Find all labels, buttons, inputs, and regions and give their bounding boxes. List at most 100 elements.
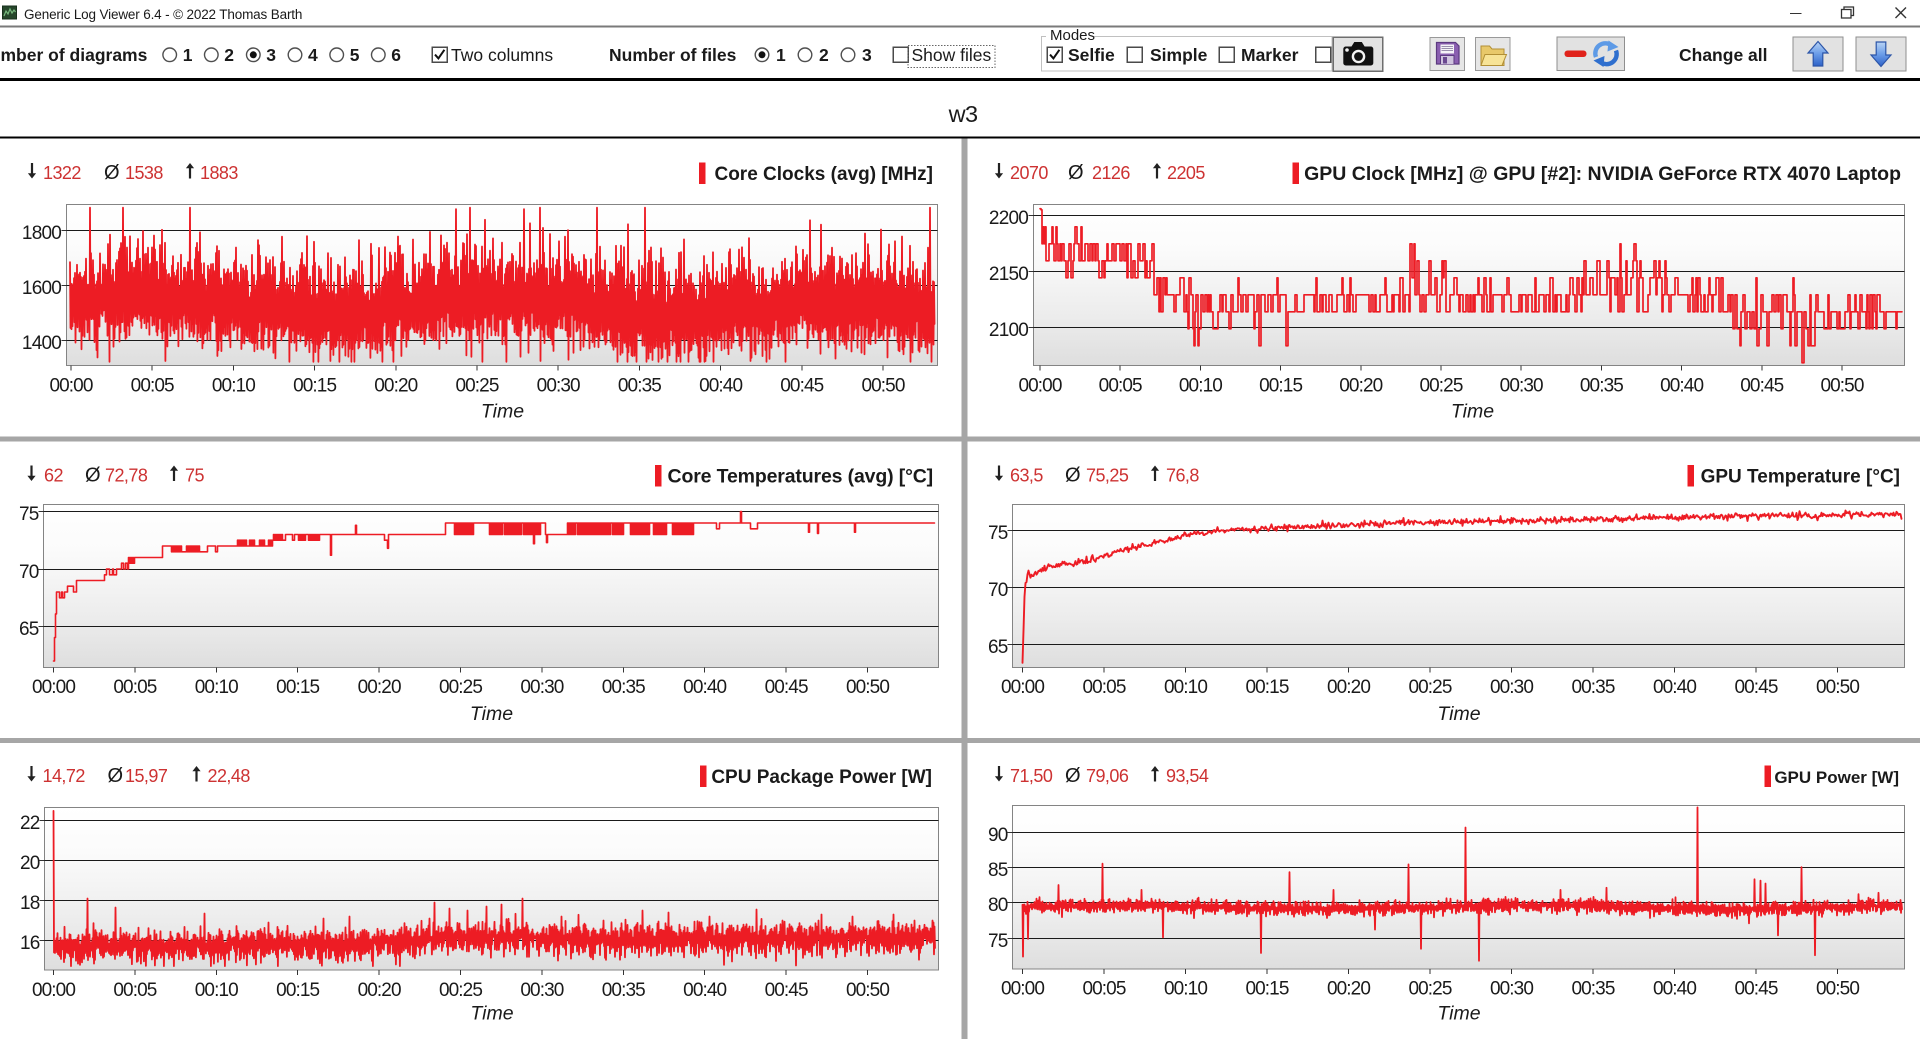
svg-text:80: 80 (988, 895, 1008, 916)
svg-text:GPU Power [W]: GPU Power [W] (1774, 768, 1899, 787)
svg-text:00:50: 00:50 (1820, 376, 1863, 397)
svg-text:00:35: 00:35 (602, 980, 645, 1001)
svg-text:Two columns: Two columns (451, 45, 553, 65)
svg-text:mber of diagrams: mber of diagrams (1, 45, 148, 65)
svg-text:71,50: 71,50 (1010, 766, 1053, 786)
svg-text:00:15: 00:15 (293, 376, 336, 397)
svg-text:w3: w3 (948, 101, 978, 127)
svg-text:Ø: Ø (1065, 465, 1081, 487)
svg-text:00:40: 00:40 (683, 980, 726, 1001)
svg-text:70: 70 (988, 580, 1008, 601)
svg-text:00:35: 00:35 (602, 677, 645, 698)
svg-text:76,8: 76,8 (1166, 466, 1199, 486)
svg-text:Show files: Show files (912, 45, 992, 65)
svg-text:22,48: 22,48 (208, 766, 251, 786)
svg-text:1322: 1322 (43, 163, 81, 183)
svg-text:00:30: 00:30 (1490, 677, 1533, 698)
svg-text:2: 2 (819, 45, 829, 65)
svg-text:2070: 2070 (1010, 163, 1048, 183)
svg-text:00:00: 00:00 (1001, 979, 1044, 1000)
svg-text:Modes: Modes (1050, 27, 1095, 44)
svg-text:Marker: Marker (1241, 45, 1299, 65)
svg-text:Time: Time (470, 703, 513, 725)
svg-text:00:20: 00:20 (358, 677, 401, 698)
svg-text:63,5: 63,5 (1010, 466, 1043, 486)
svg-text:Time: Time (1437, 703, 1480, 725)
svg-text:75: 75 (19, 504, 39, 525)
svg-text:00:20: 00:20 (1327, 677, 1370, 698)
svg-text:00:30: 00:30 (520, 677, 563, 698)
svg-text:Number of files: Number of files (609, 45, 737, 65)
svg-text:00:05: 00:05 (113, 980, 156, 1001)
svg-text:00:10: 00:10 (195, 677, 238, 698)
svg-text:1883: 1883 (200, 163, 238, 183)
svg-text:3: 3 (862, 45, 872, 65)
svg-text:00:00: 00:00 (1018, 376, 1061, 397)
svg-text:90: 90 (988, 825, 1008, 846)
svg-text:Core Temperatures (avg) [°C]: Core Temperatures (avg) [°C] (668, 466, 933, 488)
svg-text:1400: 1400 (22, 333, 61, 354)
svg-text:00:10: 00:10 (1179, 376, 1222, 397)
svg-text:00:45: 00:45 (1734, 677, 1777, 698)
svg-text:Time: Time (1437, 1003, 1480, 1025)
svg-text:18: 18 (20, 893, 40, 914)
svg-text:00:50: 00:50 (1816, 979, 1859, 1000)
svg-text:00:50: 00:50 (846, 980, 889, 1001)
svg-text:00:40: 00:40 (1660, 376, 1703, 397)
svg-text:00:10: 00:10 (1164, 677, 1207, 698)
svg-text:Ø: Ø (85, 465, 101, 487)
svg-text:00:25: 00:25 (439, 677, 482, 698)
svg-text:Ø: Ø (1065, 765, 1081, 787)
svg-text:00:45: 00:45 (1740, 376, 1783, 397)
svg-text:75: 75 (988, 931, 1008, 952)
svg-text:65: 65 (19, 619, 39, 640)
svg-text:00:30: 00:30 (520, 980, 563, 1001)
svg-text:2200: 2200 (989, 208, 1028, 229)
svg-text:75: 75 (988, 523, 1008, 544)
svg-text:14,72: 14,72 (43, 766, 86, 786)
svg-text:00:05: 00:05 (1099, 376, 1142, 397)
svg-text:00:50: 00:50 (861, 376, 904, 397)
svg-text:Change all: Change all (1679, 45, 1768, 65)
svg-text:16: 16 (20, 933, 40, 954)
svg-text:5: 5 (350, 45, 360, 65)
svg-text:2150: 2150 (989, 264, 1028, 285)
svg-text:00:45: 00:45 (780, 376, 823, 397)
svg-text:00:15: 00:15 (276, 980, 319, 1001)
svg-text:00:15: 00:15 (276, 677, 319, 698)
svg-text:Core Clocks (avg) [MHz]: Core Clocks (avg) [MHz] (714, 164, 933, 185)
svg-text:00:35: 00:35 (1580, 376, 1623, 397)
svg-text:75: 75 (185, 466, 204, 486)
svg-text:00:25: 00:25 (439, 980, 482, 1001)
svg-text:79,06: 79,06 (1086, 766, 1129, 786)
svg-text:00:30: 00:30 (537, 376, 580, 397)
svg-text:1: 1 (776, 45, 786, 65)
svg-text:Ø: Ø (104, 162, 120, 184)
svg-text:00:40: 00:40 (699, 376, 742, 397)
svg-text:00:30: 00:30 (1490, 979, 1533, 1000)
svg-text:00:25: 00:25 (455, 376, 498, 397)
svg-text:62: 62 (44, 466, 63, 486)
svg-text:00:15: 00:15 (1245, 979, 1288, 1000)
svg-text:85: 85 (988, 860, 1008, 881)
svg-text:00:25: 00:25 (1408, 979, 1451, 1000)
svg-text:Time: Time (481, 401, 524, 423)
svg-text:00:10: 00:10 (212, 376, 255, 397)
svg-text:00:20: 00:20 (358, 980, 401, 1001)
svg-text:00:40: 00:40 (683, 677, 726, 698)
svg-text:15,97: 15,97 (125, 766, 168, 786)
svg-text:00:35: 00:35 (618, 376, 661, 397)
svg-text:1: 1 (183, 45, 193, 65)
svg-text:00:20: 00:20 (374, 376, 417, 397)
svg-text:00:45: 00:45 (765, 677, 808, 698)
svg-text:00:50: 00:50 (846, 677, 889, 698)
svg-text:1800: 1800 (22, 223, 61, 244)
svg-text:20: 20 (20, 853, 40, 874)
svg-text:Simple: Simple (1150, 45, 1208, 65)
svg-text:00:45: 00:45 (765, 980, 808, 1001)
svg-text:75,25: 75,25 (1086, 466, 1129, 486)
svg-text:00:10: 00:10 (1164, 979, 1207, 1000)
svg-text:1538: 1538 (125, 163, 163, 183)
svg-text:00:40: 00:40 (1653, 677, 1696, 698)
svg-text:00:40: 00:40 (1653, 979, 1696, 1000)
